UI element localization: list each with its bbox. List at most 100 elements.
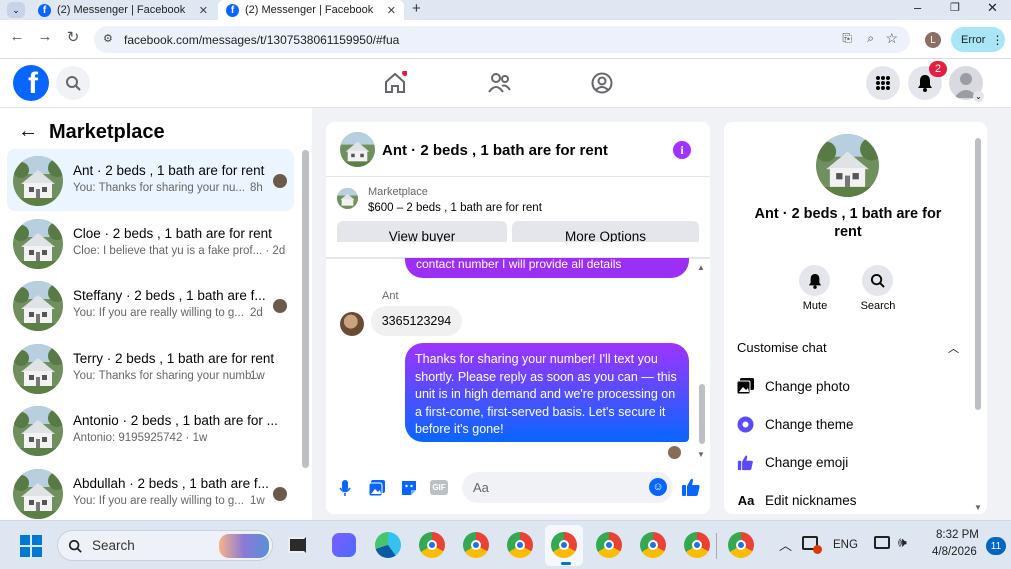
search-highlight-icon	[219, 534, 269, 558]
back-arrow-icon[interactable]: ←	[18, 120, 38, 143]
conversation-item[interactable]: Terry · 2 beds , 1 bath are for rent You:…	[7, 337, 294, 399]
facebook-logo-icon[interactable]: f	[13, 65, 49, 101]
browser-tab-bar: ⌄ f (2) Messenger | Facebook ✕ f (2) Mes…	[0, 0, 1011, 20]
conversation-item[interactable]: Cloe · 2 beds , 1 bath are for rent Cloe:…	[7, 212, 294, 274]
new-tab-button[interactable]: +	[412, 0, 421, 17]
site-settings-icon[interactable]: ⚙	[103, 32, 113, 45]
message-bubble-outgoing: Thanks for sharing your number! I'll tex…	[405, 343, 689, 442]
close-window-button[interactable]: ✕	[987, 0, 998, 16]
notification-center-badge[interactable]: 11	[986, 537, 1006, 555]
chrome-profile-icon[interactable]	[596, 532, 622, 558]
conversation-title: Steffany · 2 beds , 1 bath are f...	[73, 288, 266, 304]
display-icon[interactable]	[874, 536, 890, 549]
meet-app-icon[interactable]	[332, 533, 356, 557]
conversation-snippet: You: If you are really willing to g... 2d	[73, 307, 263, 320]
mute-button[interactable]	[799, 265, 830, 296]
windows-logo-icon	[20, 535, 42, 557]
search-in-conversation-button[interactable]	[862, 265, 893, 296]
conversation-snippet: You: Thanks for sharing your nu... 8h	[73, 182, 263, 194]
groups-nav-button[interactable]	[487, 72, 511, 94]
conversation-item[interactable]: Ant · 2 beds , 1 bath are for rent You: T…	[7, 149, 294, 211]
account-chevron-icon[interactable]: ⌄	[973, 91, 984, 102]
message-input[interactable]: Aa ☺	[462, 472, 673, 503]
show-hidden-icons-icon[interactable]: ︿	[779, 535, 792, 554]
edit-nicknames-item[interactable]: Aa Edit nicknames	[737, 493, 857, 508]
minimize-window-button[interactable]: –	[914, 0, 921, 15]
house-thumbnail-icon	[13, 281, 63, 332]
bookmark-star-icon[interactable]: ☆	[885, 30, 898, 47]
customise-chat-section[interactable]: Customise chat ︿	[737, 340, 959, 356]
section-title: Customise chat	[737, 340, 827, 355]
info-scrollbar[interactable]	[975, 138, 981, 410]
scroll-up-arrow-icon[interactable]: ▲	[697, 263, 705, 272]
conversation-item[interactable]: Abdullah · 2 beds , 1 bath are f... You: …	[7, 462, 294, 524]
chrome-profile-icon[interactable]	[640, 532, 666, 558]
gif-button[interactable]: GIF	[430, 480, 448, 495]
conversation-snippet: You: If you are really willing to g... 1w	[73, 495, 265, 507]
back-arrow-icon[interactable]: ←	[6, 28, 28, 45]
network-error-dot	[813, 545, 822, 554]
zoom-icon[interactable]: ⌕	[867, 31, 874, 46]
menu-button[interactable]	[866, 66, 900, 100]
chrome-profile-icon[interactable]	[463, 532, 489, 558]
home-nav-button[interactable]	[383, 71, 407, 95]
edge-browser-icon[interactable]	[375, 532, 401, 558]
conversation-avatar[interactable]	[816, 134, 879, 197]
scroll-down-arrow-icon[interactable]: ▼	[974, 503, 982, 512]
conversation-title: Ant · 2 beds , 1 bath are for rent	[73, 163, 265, 178]
close-tab-icon[interactable]: ✕	[387, 4, 396, 17]
chrome-profile-icon[interactable]	[728, 532, 754, 558]
profile-avatar[interactable]: L	[925, 32, 941, 48]
chat-scrollbar[interactable]	[699, 384, 705, 444]
chrome-icon[interactable]	[419, 532, 445, 558]
search-button[interactable]	[56, 66, 90, 100]
conversation-time: 8h	[250, 182, 263, 194]
forward-arrow-icon[interactable]: →	[34, 28, 56, 45]
clock-time[interactable]: 8:32 PM	[936, 529, 979, 541]
chrome-active-icon[interactable]	[551, 532, 577, 558]
sender-avatar[interactable]	[340, 312, 364, 336]
chat-avatar[interactable]	[340, 132, 375, 167]
conversation-time: 1w	[250, 495, 265, 507]
scroll-down-arrow-icon[interactable]: ▼	[697, 450, 705, 459]
change-theme-item[interactable]: Change theme	[737, 416, 854, 433]
search-icon	[870, 273, 885, 288]
restore-window-button[interactable]: ❐	[950, 1, 960, 14]
sidebar-scrollbar[interactable]	[302, 150, 309, 468]
like-button[interactable]	[681, 477, 701, 497]
chrome-profile-icon[interactable]	[507, 532, 533, 558]
volume-icon[interactable]: 🕪	[898, 534, 907, 551]
reload-icon[interactable]: ↻	[62, 28, 84, 46]
browser-tab-1[interactable]: f (2) Messenger | Facebook ✕	[30, 0, 216, 20]
info-button[interactable]: i	[673, 141, 691, 159]
clock-date[interactable]: 4/8/2026	[932, 546, 977, 558]
close-tab-icon[interactable]: ✕	[199, 4, 208, 17]
conversation-avatar	[13, 469, 63, 519]
start-button[interactable]	[20, 535, 42, 557]
browser-tab-2[interactable]: f (2) Messenger | Facebook ✕	[218, 0, 404, 20]
sticker-button[interactable]	[400, 479, 418, 497]
change-emoji-item[interactable]: Change emoji	[737, 454, 848, 471]
emoji-picker-icon[interactable]: ☺	[649, 478, 667, 496]
task-view-icon[interactable]	[288, 537, 306, 553]
attach-photo-button[interactable]	[368, 479, 386, 497]
sidebar-title: Marketplace	[49, 121, 165, 143]
address-bar[interactable]: ⚙ facebook.com/messages/t/13075380611599…	[94, 26, 910, 53]
read-receipt-avatar	[668, 446, 681, 459]
house-thumbnail-icon	[13, 469, 63, 519]
profile-nav-button[interactable]	[591, 72, 613, 94]
chrome-profile-icon[interactable]	[684, 532, 710, 558]
install-app-icon[interactable]: ⎘	[842, 31, 852, 46]
photo-gallery-icon	[368, 480, 385, 497]
language-indicator[interactable]: ENG	[833, 539, 858, 551]
error-button[interactable]: Error ⋮	[951, 27, 1005, 52]
change-photo-item[interactable]: Change photo	[737, 378, 850, 394]
search-icon	[66, 76, 81, 91]
house-thumbnail-icon	[337, 188, 358, 209]
taskbar-search-box[interactable]: Search	[57, 530, 273, 561]
conversation-title: Cloe · 2 beds , 1 bath are for rent	[73, 225, 272, 241]
tab-search-button[interactable]: ⌄	[7, 2, 25, 18]
conversation-item[interactable]: Steffany · 2 beds , 1 bath are f... You: …	[7, 274, 294, 336]
voice-clip-button[interactable]	[338, 479, 352, 497]
conversation-item[interactable]: Antonio · 2 beds , 1 bath are for ... Ant…	[7, 399, 294, 461]
